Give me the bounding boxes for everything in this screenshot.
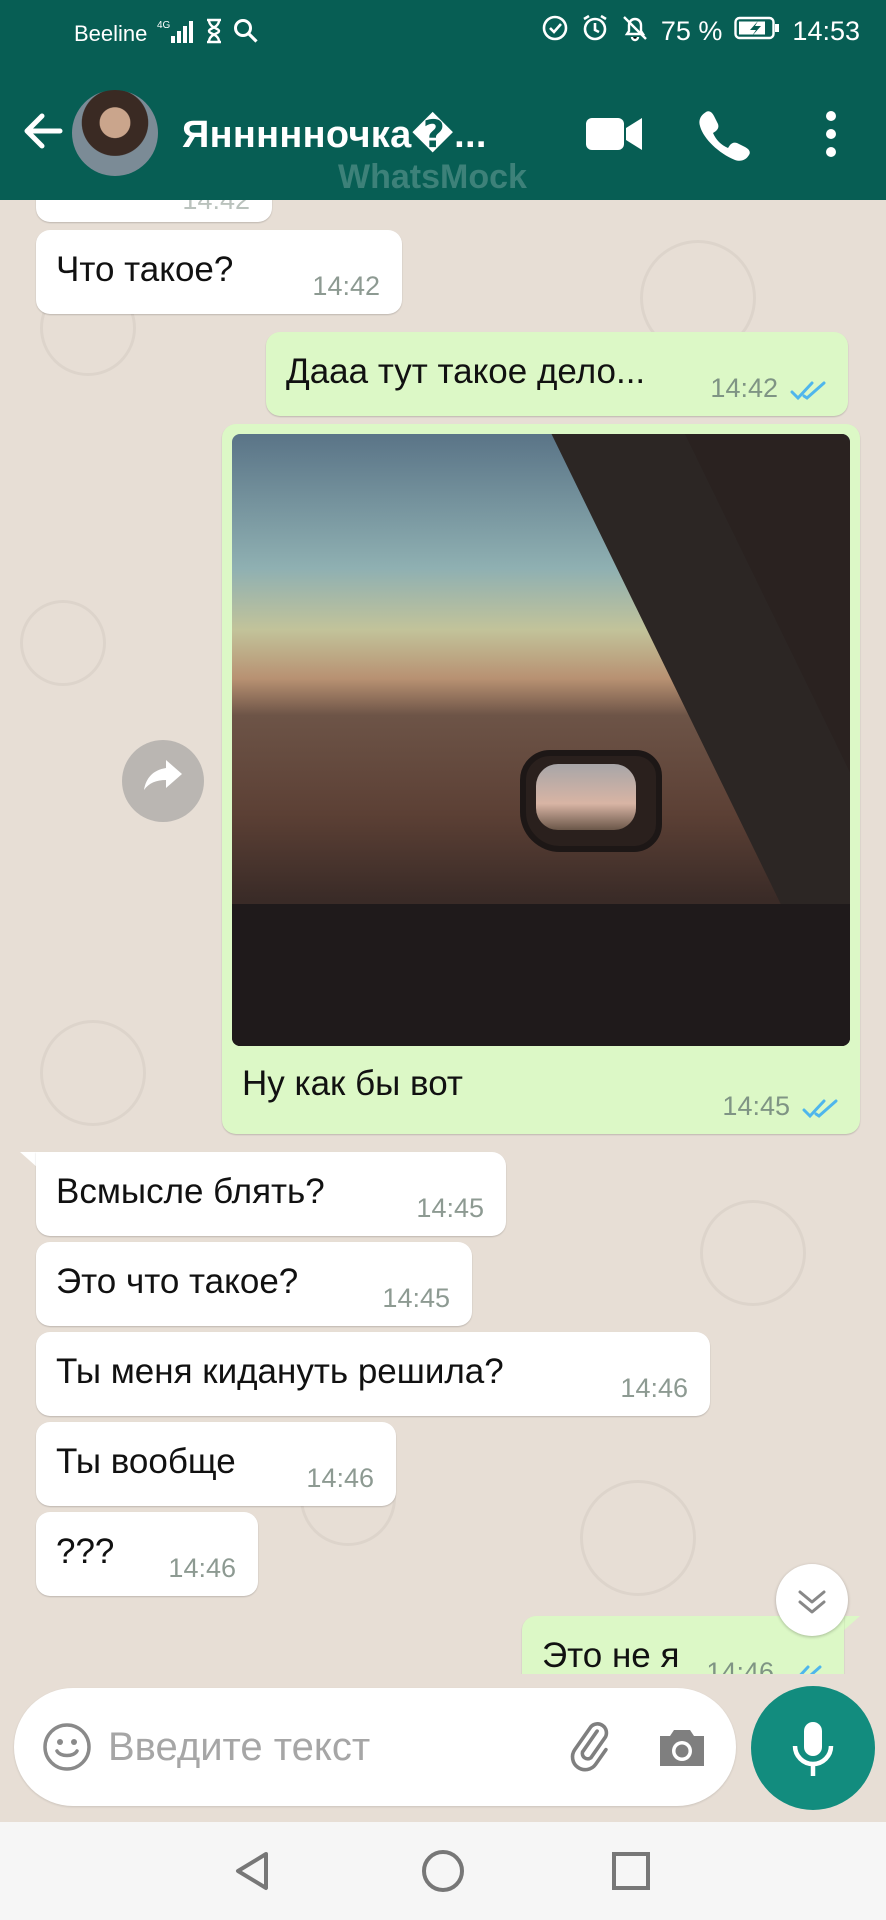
- status-bar: Beeline 4G 75 % 14:53: [0, 0, 886, 66]
- data-saver-icon: [541, 14, 569, 49]
- read-receipt-icon: [802, 1099, 838, 1119]
- message-bubble-incoming[interactable]: 14:42: [36, 200, 272, 222]
- wallpaper-doodle: [20, 600, 106, 686]
- message-time: 14:45: [382, 1283, 450, 1313]
- message-time: 14:45: [416, 1193, 484, 1223]
- message-bubble-incoming[interactable]: Всмысле блять? 14:45: [36, 1152, 506, 1236]
- clock: 14:53: [792, 16, 860, 46]
- message-text: Что такое?: [56, 250, 234, 289]
- camera-button[interactable]: [654, 1720, 710, 1776]
- photo-side-mirror: [520, 750, 662, 852]
- phone-icon: [699, 111, 750, 161]
- message-composer: [14, 1688, 736, 1806]
- message-photo[interactable]: [232, 434, 850, 1046]
- circle-home-icon: [422, 1850, 464, 1892]
- message-time: 14:46: [306, 1463, 374, 1493]
- message-input[interactable]: [106, 1716, 550, 1778]
- message-bubble-incoming[interactable]: Ты меня кидануть решила? 14:46: [36, 1332, 710, 1416]
- image-caption: Ну как бы вот: [242, 1064, 463, 1103]
- network-type: 4G: [157, 20, 171, 31]
- contact-avatar[interactable]: [72, 90, 158, 176]
- message-bubble-incoming[interactable]: ??? 14:46: [36, 1512, 258, 1596]
- message-text: Это не я: [542, 1636, 680, 1674]
- scroll-to-bottom-button[interactable]: [776, 1564, 848, 1636]
- emoji-button[interactable]: [42, 1722, 92, 1772]
- voice-record-button[interactable]: [751, 1686, 875, 1810]
- forward-icon: [144, 760, 182, 790]
- status-left: Beeline 4G: [74, 18, 259, 50]
- message-text: Дааа тут такое дело...: [286, 352, 646, 391]
- smiley-icon: [43, 1723, 91, 1771]
- message-text: Ты меня кидануть решила?: [56, 1352, 504, 1391]
- message-time: 14:42: [710, 373, 778, 403]
- message-time: 14:46: [620, 1373, 688, 1403]
- more-vertical-icon: [826, 111, 836, 157]
- back-button[interactable]: [18, 106, 68, 156]
- message-bubble-incoming[interactable]: Это что такое? 14:45: [36, 1242, 472, 1326]
- camera-icon: [660, 1730, 704, 1766]
- video-call-button[interactable]: [584, 106, 644, 162]
- read-receipt-icon: [799, 1665, 822, 1674]
- message-text: Всмысле блять?: [56, 1172, 325, 1211]
- contact-name[interactable]: Яннннночка�...: [182, 112, 487, 157]
- nav-back-button[interactable]: [228, 1846, 278, 1896]
- arrow-left-icon: [24, 113, 63, 149]
- nav-home-button[interactable]: [418, 1846, 468, 1896]
- wallpaper-doodle: [700, 1200, 806, 1306]
- status-right: 75 % 14:53: [541, 14, 860, 49]
- battery-percent: 75 %: [660, 16, 723, 46]
- microphone-icon: [792, 1722, 834, 1776]
- menu-button[interactable]: [806, 106, 856, 162]
- chevron-double-down-icon: [798, 1590, 826, 1614]
- alarm-icon: [581, 14, 609, 49]
- message-text: Это что такое?: [56, 1262, 299, 1301]
- message-bubble-incoming[interactable]: Что такое? 14:42: [36, 230, 402, 314]
- wallpaper-doodle: [40, 1020, 146, 1126]
- message-text: Ты вообще: [56, 1442, 236, 1481]
- chat-header: Яннннночка�... WhatsMock: [0, 66, 886, 200]
- search-icon: [233, 18, 259, 50]
- attach-button[interactable]: [562, 1718, 620, 1776]
- message-bubble-outgoing[interactable]: Дааа тут такое дело... 14:42: [266, 332, 848, 416]
- forward-button[interactable]: [122, 740, 204, 822]
- system-nav-bar: [0, 1822, 886, 1920]
- message-time: 14:42: [312, 271, 380, 301]
- photo-car-door: [232, 904, 850, 1046]
- video-camera-icon: [586, 118, 642, 150]
- message-bubble-outgoing-image[interactable]: Ну как бы вот 14:45: [222, 424, 860, 1134]
- battery-charging-icon: [734, 15, 780, 48]
- read-receipt-icon: [790, 381, 826, 401]
- bell-off-icon: [621, 14, 649, 49]
- message-time: 14:46: [706, 1657, 774, 1674]
- network-signal-icon: 4G: [157, 18, 195, 50]
- carrier-name: Beeline: [74, 21, 148, 46]
- message-time: 14:42: [182, 200, 250, 215]
- square-recents-icon: [612, 1852, 650, 1890]
- message-bubble-incoming[interactable]: Ты вообще 14:46: [36, 1422, 396, 1506]
- voice-call-button[interactable]: [694, 106, 754, 162]
- chat-messages[interactable]: 14:42 Что такое? 14:42 Дааа тут такое де…: [0, 200, 886, 1674]
- message-text: ???: [56, 1532, 115, 1571]
- message-time: 14:45: [722, 1091, 790, 1121]
- hourglass-icon: [205, 18, 223, 50]
- message-time: 14:46: [168, 1553, 236, 1583]
- paperclip-icon: [570, 1722, 609, 1772]
- nav-recents-button[interactable]: [606, 1846, 656, 1896]
- app-watermark: WhatsMock: [338, 158, 527, 196]
- wallpaper-doodle: [580, 1480, 696, 1596]
- triangle-back-icon: [236, 1852, 268, 1890]
